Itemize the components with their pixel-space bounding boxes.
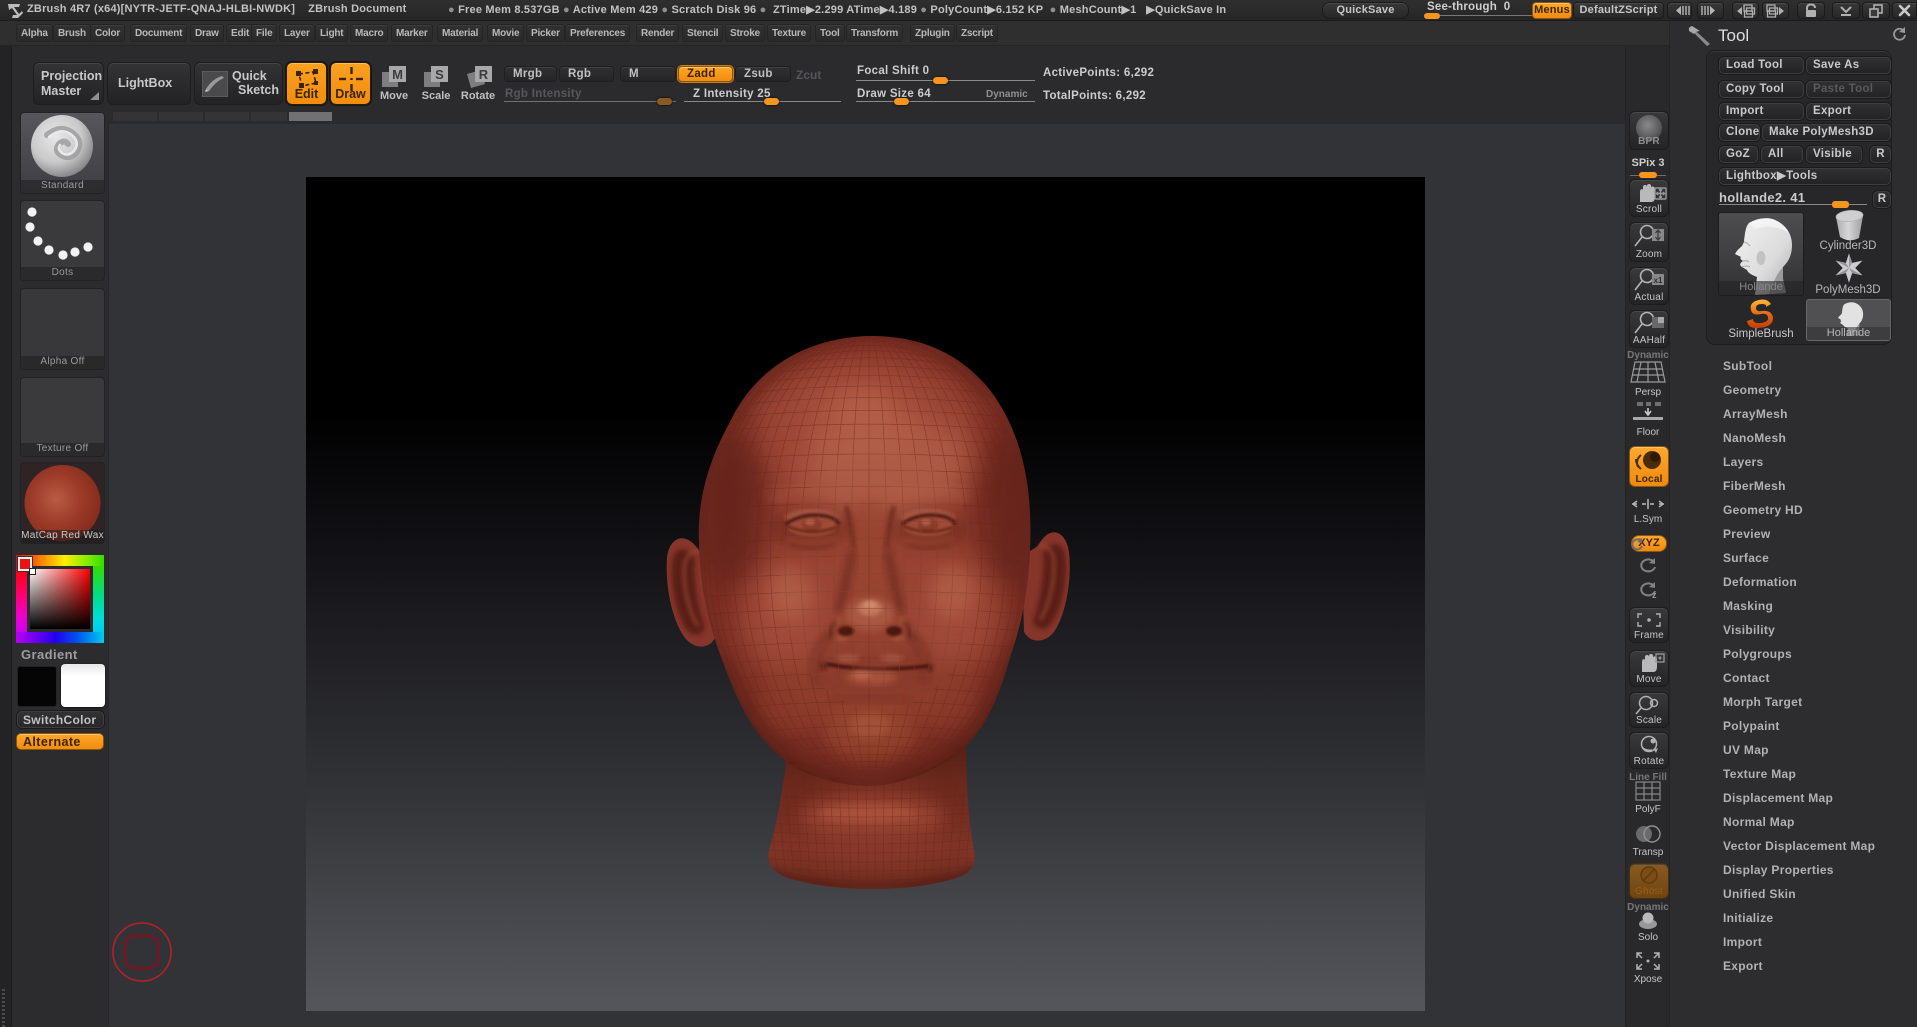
svg-text:x1: x1 — [1654, 276, 1663, 285]
svg-text:R: R — [479, 67, 489, 82]
svg-text:M: M — [392, 67, 403, 82]
svg-text:z: z — [1652, 590, 1657, 600]
svg-text:S: S — [435, 67, 444, 82]
